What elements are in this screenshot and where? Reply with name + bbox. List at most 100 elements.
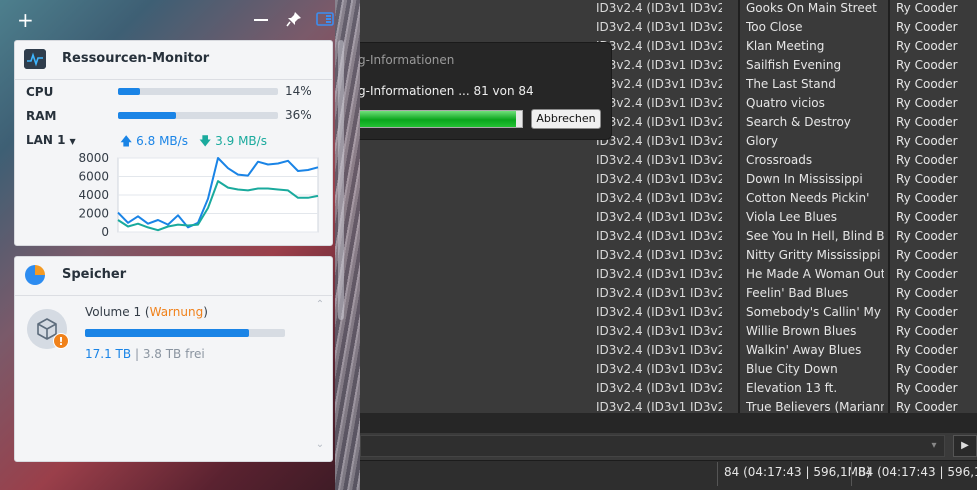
play-icon[interactable]: ▶ [953, 435, 977, 457]
table-row[interactable]: ID3v2.4 (ID3v1 ID3v2.4) Somebody's Callin… [590, 304, 977, 323]
chevron-up-icon[interactable]: ⌃ [314, 299, 326, 311]
table-row[interactable]: ID3v2.4 (ID3v1 ID3v2.4) Klan Meeting Ry Co… [590, 38, 977, 57]
volume-name: Volume 1 [85, 305, 142, 319]
pin-icon[interactable] [286, 11, 302, 27]
artist-cell: Ry Cooder [896, 267, 958, 281]
table-row[interactable]: ID3v2.4 (ID3v1 ID3v2.4) The Last Stand Ry … [590, 76, 977, 95]
table-row[interactable]: ID3v2.4 (ID3v1 ID3v2.4) Search & Destroy R… [590, 114, 977, 133]
title-cell: He Made A Woman Out... [746, 267, 884, 281]
paren-close: ) [203, 305, 208, 319]
panel-scrollbar[interactable] [338, 40, 344, 320]
volume-usage-bar [85, 329, 285, 337]
artist-cell: Ry Cooder [896, 58, 958, 72]
ram-label: RAM [26, 109, 57, 123]
chart-y-tick-label: 6000 [78, 170, 109, 184]
cancel-button[interactable]: Abbrechen [531, 109, 601, 129]
table-row[interactable]: ID3v2.4 (ID3v1 ID3v2.4) Elevation 13 ft. R… [590, 380, 977, 399]
caret-down-icon: ▼ [69, 137, 76, 146]
tag-cell: ID3v2.4 (ID3v1 ID3v2.4) [596, 115, 722, 129]
tag-cell: ID3v2.4 (ID3v1 ID3v2.4) [596, 96, 722, 110]
minimize-icon[interactable] [254, 19, 268, 21]
lan-selector[interactable]: LAN 1 ▼ [26, 133, 76, 147]
title-cell: Cotton Needs Pickin' [746, 191, 870, 205]
cpu-label: CPU [26, 85, 54, 99]
column-divider[interactable] [738, 0, 740, 413]
progress-bar [345, 110, 523, 128]
widget-panel: + Ressourcen-Monitor CPU 14% RAM 36% LAN… [0, 0, 360, 490]
artist-cell: Ry Cooder [896, 286, 958, 300]
cpu-bar-fill [118, 88, 141, 95]
list-footer [360, 413, 977, 433]
lan-download: 🡇 3.9 MB/s [199, 132, 267, 153]
title-cell: Crossroads [746, 153, 813, 167]
lan-label: LAN 1 [26, 133, 66, 147]
ram-bar [118, 112, 278, 119]
artist-cell: Ry Cooder [896, 248, 958, 262]
resource-monitor-title: Ressourcen-Monitor [62, 51, 210, 66]
dialog-title: g-Informationen [358, 53, 455, 67]
table-row[interactable]: ID3v2.4 (ID3v1 ID3v2.4) Crossroads Ry Cood… [590, 152, 977, 171]
table-row[interactable]: ID3v2.4 (ID3v1 ID3v2.4) Sailfish Evening R… [590, 57, 977, 76]
tag-cell: ID3v2.4 (ID3v1 ID3v2.4) [596, 305, 722, 319]
artist-cell: Ry Cooder [896, 96, 958, 110]
volume-used: 17.1 TB [85, 347, 132, 361]
title-cell: Glory [746, 134, 779, 148]
lan-upload-rate: 6.8 MB/s [136, 134, 188, 148]
artist-cell: Ry Cooder [896, 77, 958, 91]
dock-icon[interactable] [316, 11, 334, 27]
song-list[interactable]: ID3v2.4 (ID3v1 ID3v2.4) Gooks On Main Str… [590, 0, 977, 414]
table-row[interactable]: ID3v2.4 (ID3v1 ID3v2.4) Down In Mississip… [590, 171, 977, 190]
artist-cell: Ry Cooder [896, 362, 958, 376]
warning-icon: ! [53, 333, 69, 349]
tag-cell: ID3v2.4 (ID3v1 ID3v2.4) [596, 153, 722, 167]
table-row[interactable]: ID3v2.4 (ID3v1 ID3v2.4) Viola Lee Blues Ry… [590, 209, 977, 228]
table-row[interactable]: ID3v2.4 (ID3v1 ID3v2.4) Willie Brown Blue… [590, 323, 977, 342]
tag-cell: ID3v2.4 (ID3v1 ID3v2.4) [596, 191, 722, 205]
plus-icon[interactable]: + [17, 8, 34, 32]
chevron-down-icon[interactable]: ⌄ [314, 439, 326, 451]
ram-percent: 36% [285, 108, 312, 122]
table-row[interactable]: ID3v2.4 (ID3v1 ID3v2.4) Gooks On Main Str… [590, 0, 977, 19]
table-row[interactable]: ID3v2.4 (ID3v1 ID3v2.4) Nitty Gritty Miss… [590, 247, 977, 266]
title-cell: Blue City Down [746, 362, 838, 376]
tag-cell: ID3v2.4 (ID3v1 ID3v2.4) [596, 39, 722, 53]
table-row[interactable]: ID3v2.4 (ID3v1 ID3v2.4) Glory Ry Cooder [590, 133, 977, 152]
table-row[interactable]: ID3v2.4 (ID3v1 ID3v2.4) Quatro vicios Ry C… [590, 95, 977, 114]
tag-cell: ID3v2.4 (ID3v1 ID3v2.4) [596, 20, 722, 34]
artist-cell: Ry Cooder [896, 20, 958, 34]
title-cell: Quatro vicios [746, 96, 825, 110]
artist-cell: Ry Cooder [896, 210, 958, 224]
chevron-down-icon[interactable]: ▾ [925, 436, 943, 456]
tag-cell: ID3v2.4 (ID3v1 ID3v2.4) [596, 210, 722, 224]
horizontal-scrollbar[interactable] [360, 435, 945, 457]
column-divider[interactable] [888, 0, 890, 413]
title-cell: The Last Stand [746, 77, 836, 91]
table-row[interactable]: ID3v2.4 (ID3v1 ID3v2.4) Walkin' Away Blue… [590, 342, 977, 361]
table-row[interactable]: ID3v2.4 (ID3v1 ID3v2.4) Cotton Needs Pick… [590, 190, 977, 209]
network-chart: 0 2000 4000 6000 8000 [78, 151, 319, 239]
storage-title: Speicher [62, 267, 127, 282]
table-row[interactable]: ID3v2.4 (ID3v1 ID3v2.4) See You In Hell, … [590, 228, 977, 247]
volume-stats: 17.1 TB | 3.8 TB frei [85, 347, 205, 361]
title-cell: True Believers (Marianne) [746, 400, 884, 414]
title-cell: Down In Mississippi [746, 172, 863, 186]
chart-y-tick-label: 4000 [78, 188, 109, 202]
artist-cell: Ry Cooder [896, 229, 958, 243]
tag-cell: ID3v2.4 (ID3v1 ID3v2.4) [596, 1, 722, 15]
tag-cell: ID3v2.4 (ID3v1 ID3v2.4) [596, 77, 722, 91]
volume-free: 3.8 TB frei [142, 347, 205, 361]
table-row[interactable]: ID3v2.4 (ID3v1 ID3v2.4) He Made A Woman O… [590, 266, 977, 285]
volume-title: Volume 1 (Warnung) [85, 305, 208, 319]
stats-separator: | [134, 347, 139, 361]
table-row[interactable]: ID3v2.4 (ID3v1 ID3v2.4) Blue City Down Ry … [590, 361, 977, 380]
title-cell: Search & Destroy [746, 115, 851, 129]
title-cell: See You In Hell, Blind Boy [746, 229, 884, 243]
table-row[interactable]: ID3v2.4 (ID3v1 ID3v2.4) Too Close Ry Coode… [590, 19, 977, 38]
tag-cell: ID3v2.4 (ID3v1 ID3v2.4) [596, 286, 722, 300]
artist-cell: Ry Cooder [896, 381, 958, 395]
chart-y-tick-label: 0 [101, 225, 109, 239]
status-selection-summary: 84 (04:17:43 | 596,1MB) [724, 465, 871, 479]
tag-cell: ID3v2.4 (ID3v1 ID3v2.4) [596, 324, 722, 338]
table-row[interactable]: ID3v2.4 (ID3v1 ID3v2.4) Feelin' Bad Blues… [590, 285, 977, 304]
title-cell: Gooks On Main Street [746, 1, 877, 15]
